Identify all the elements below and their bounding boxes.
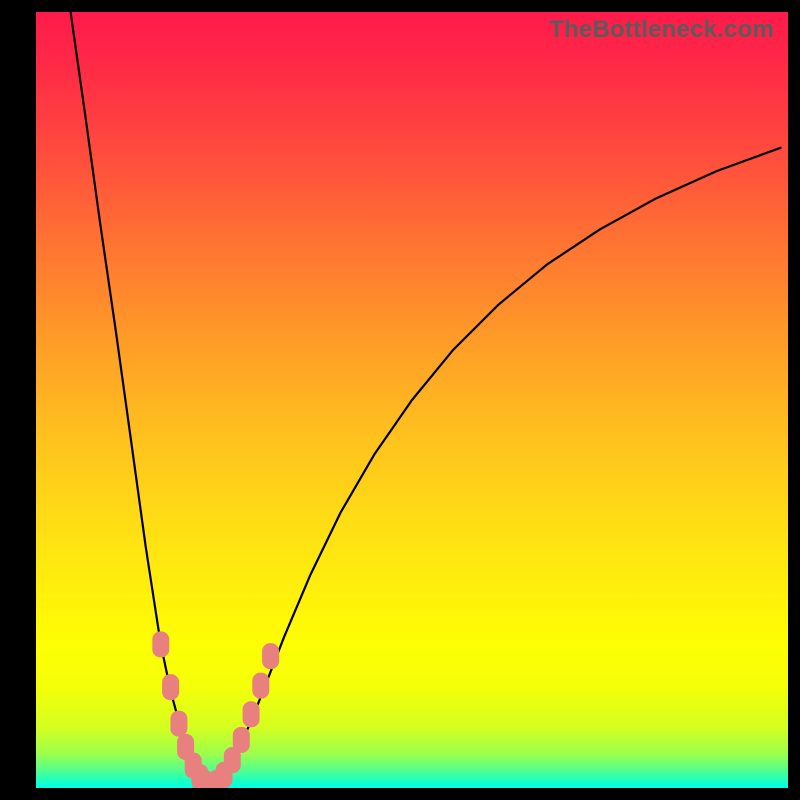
data-marker [152, 631, 169, 657]
chart-svg [36, 12, 788, 788]
chart-frame: TheBottleneck.com [0, 0, 800, 800]
data-marker [252, 673, 269, 699]
curve-right-branch [208, 148, 781, 787]
data-marker [162, 674, 179, 700]
plot-area: TheBottleneck.com [36, 12, 788, 788]
marker-group [152, 631, 279, 788]
data-marker [262, 643, 279, 669]
data-marker [243, 701, 260, 727]
data-marker [233, 727, 250, 753]
data-marker [170, 711, 187, 737]
curve-left-branch [71, 12, 208, 787]
